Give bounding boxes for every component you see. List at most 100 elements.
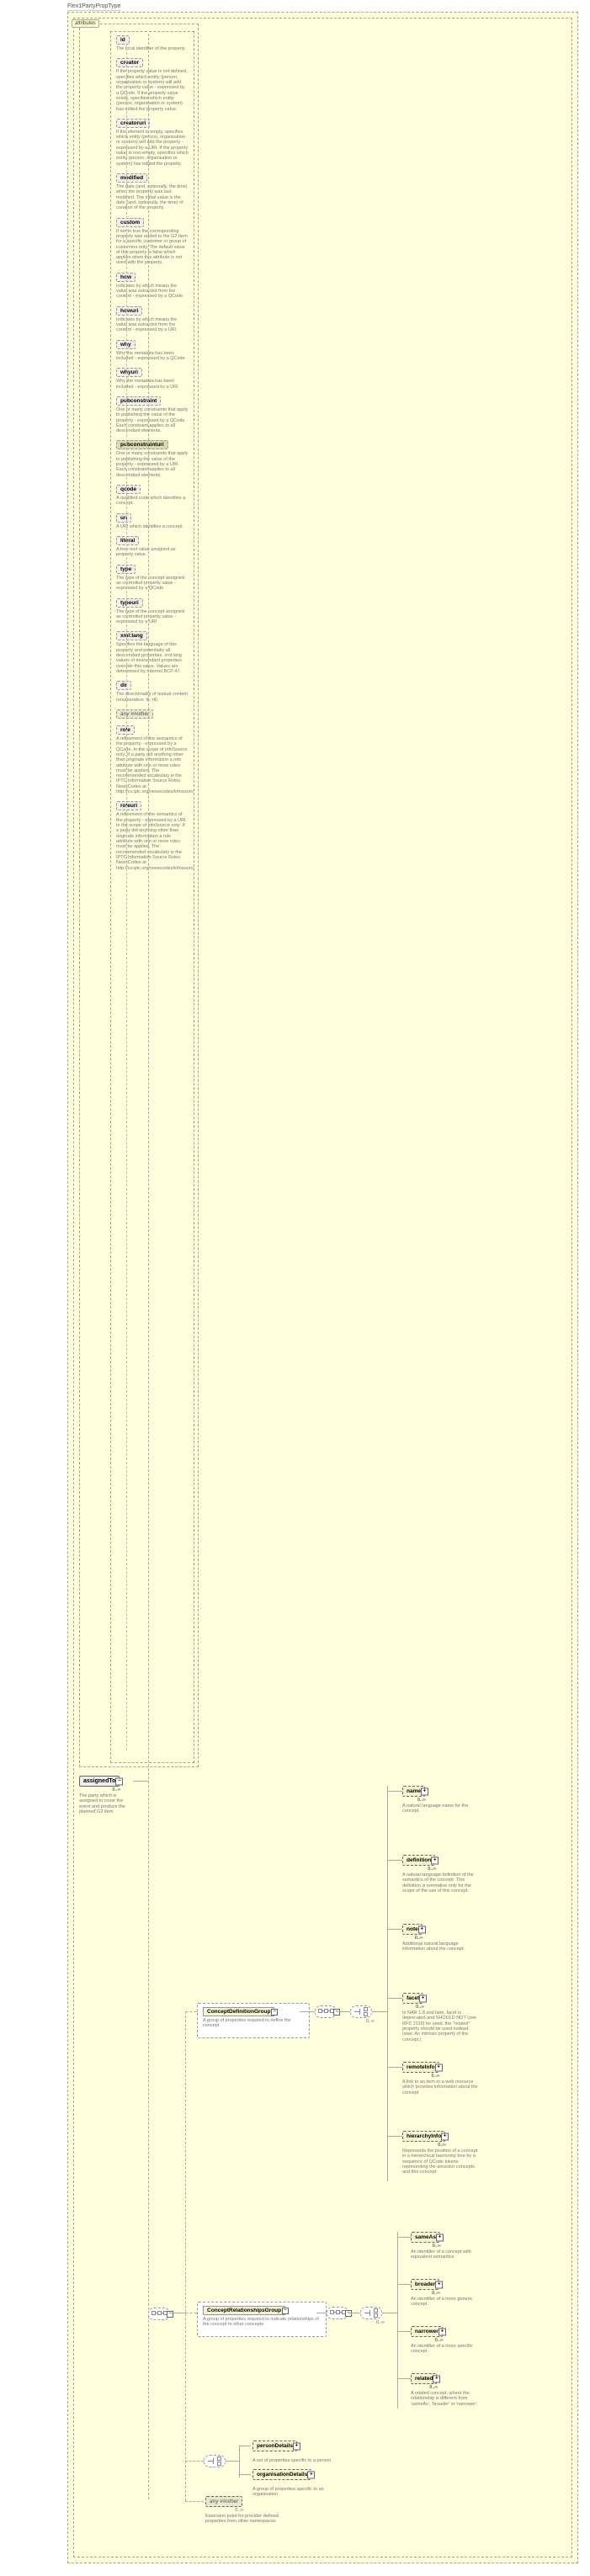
- element-definition-box[interactable]: definition+0..∞: [402, 1855, 435, 1866]
- element-remoteInfo-desc: A link to an item or a web resource whic…: [402, 2079, 478, 2095]
- expand-icon[interactable]: +: [436, 2233, 444, 2241]
- attribute-item: typeuriThe type of the concept assigned …: [116, 598, 190, 625]
- element-name-box[interactable]: name+0..∞: [402, 1786, 425, 1797]
- element-assignedTo[interactable]: assignedTo − 0..∞: [79, 1776, 120, 1787]
- attribute-item: pubconstrainturiOne or many constraints …: [116, 440, 190, 478]
- element-any-other-label: any ##other: [210, 2499, 238, 2504]
- attribute-xml-lang[interactable]: xml:lang: [116, 631, 147, 640]
- attribute-typeuri[interactable]: typeuri: [116, 598, 143, 608]
- element-sameAs-desc: An identifier of a concept with equivale…: [411, 2249, 486, 2260]
- attribute-item: typeThe type of the concept assigned as …: [116, 565, 190, 592]
- attribute-pubconstraint[interactable]: pubconstraint: [116, 396, 161, 406]
- occurrence: 0..∞: [429, 2385, 438, 2390]
- element-broader: broader+0..∞An identifier of a more gene…: [411, 2279, 486, 2308]
- attribute-role[interactable]: role: [116, 725, 135, 735]
- connector: [185, 2011, 186, 2501]
- attributes-list: idThe local identifier of the property. c…: [110, 31, 194, 1763]
- attribute-howuri[interactable]: howuri: [116, 306, 142, 316]
- connector: [387, 2136, 402, 2137]
- attribute-id[interactable]: id: [116, 35, 130, 45]
- connector: [387, 1998, 402, 1999]
- attribute-whyuri[interactable]: whyuri: [116, 368, 142, 377]
- attribute-item: any ##other: [116, 709, 190, 719]
- group-concept-definition-desc: A group of properties required to define…: [203, 2018, 304, 2029]
- connector: [387, 1786, 388, 2181]
- attribute-creatoruri[interactable]: creatoruri: [116, 119, 150, 128]
- expand-icon[interactable]: +: [441, 2133, 449, 2140]
- expand-icon[interactable]: +: [293, 2442, 300, 2450]
- connector: [387, 2067, 402, 2068]
- element-facet-desc: In NAR 1.8 and later, facet is deprecate…: [402, 2010, 478, 2042]
- connector: [372, 2011, 387, 2012]
- compositor-choice-party[interactable]: [204, 2455, 226, 2467]
- element-personDetails: personDetails+A set of properties specif…: [252, 2441, 345, 2463]
- expand-icon[interactable]: +: [419, 1994, 427, 2002]
- element-facet-box[interactable]: facet+0..∞: [402, 1993, 423, 2004]
- type-container-inner: attributes idThe local identifier of the…: [73, 18, 572, 2557]
- attribute-item: idThe local identifier of the property.: [116, 35, 190, 51]
- attribute-dir[interactable]: dir: [116, 681, 131, 690]
- element-any-other: any ##other 0..∞ Extension point for pro…: [205, 2496, 298, 2525]
- compositor-choice-def[interactable]: 0..∞: [350, 2005, 372, 2018]
- attribute-item: qcodeA qualified code which identifies a…: [116, 485, 190, 507]
- compositor-sequence-main[interactable]: −: [148, 2308, 170, 2320]
- occurrence: 0..∞: [415, 1936, 423, 1941]
- expand-icon[interactable]: +: [421, 1787, 428, 1795]
- group-concept-relationships: ConceptRelationshipsGroup − A group of p…: [197, 2302, 327, 2337]
- occurrence: 0..∞: [366, 2019, 375, 2024]
- element-hierarchyInfo: hierarchyInfo+0..∞Represents the positio…: [402, 2131, 478, 2175]
- expand-icon[interactable]: −: [115, 1777, 123, 1785]
- element-any-other-desc: Extension point for provider-defined pro…: [205, 2514, 298, 2525]
- element-any-other-box[interactable]: any ##other 0..∞: [205, 2496, 242, 2507]
- element-remoteInfo: remoteInfo+0..∞ A link to an item or a we…: [402, 2062, 478, 2095]
- expand-icon[interactable]: +: [435, 2063, 443, 2071]
- expand-icon[interactable]: +: [418, 1925, 426, 1933]
- compositor-sequence-rel[interactable]: −: [327, 2307, 348, 2319]
- attribute-creator[interactable]: creator: [116, 58, 143, 67]
- group-concept-definition-title[interactable]: ConceptDefinitionGroup −: [203, 2007, 274, 2016]
- element-sameAs-box[interactable]: sameAs+0..∞: [411, 2232, 440, 2243]
- element-remoteInfo-box[interactable]: remoteInfo+0..∞: [402, 2062, 439, 2073]
- expand-icon[interactable]: +: [431, 1856, 439, 1864]
- attribute-roleuri[interactable]: roleuri: [116, 801, 141, 810]
- attribute-literal[interactable]: literal: [116, 536, 139, 545]
- element-related-box[interactable]: related+0..∞: [411, 2373, 437, 2384]
- element-narrower-box[interactable]: narrower+0..∞: [411, 2326, 443, 2337]
- element-organisationDetails-box[interactable]: organisationDetails+: [252, 2469, 311, 2480]
- attribute-pubconstrainturi[interactable]: pubconstrainturi: [116, 440, 168, 449]
- element-personDetails-box[interactable]: personDetails+: [252, 2441, 297, 2451]
- attribute-item: dirThe directionality of textual content…: [116, 681, 190, 703]
- element-hierarchyInfo-box[interactable]: hierarchyInfo+0..∞: [402, 2131, 445, 2142]
- expand-icon[interactable]: −: [167, 2311, 173, 2318]
- occurrence: 0..∞: [376, 2320, 385, 2325]
- attribute-item: literalA free-text value assigned as pro…: [116, 536, 190, 558]
- element-narrower-desc: An identifier of a more specific concept…: [411, 2344, 486, 2355]
- expand-icon[interactable]: +: [435, 2281, 443, 2288]
- attribute-modified[interactable]: modified: [116, 173, 147, 183]
- attribute-custom[interactable]: custom: [116, 218, 144, 227]
- group-concept-relationships-title[interactable]: ConceptRelationshipsGroup −: [203, 2306, 285, 2315]
- attribute-item: howuriIndicates by which means the value…: [116, 306, 190, 333]
- attribute-qcode[interactable]: qcode: [116, 485, 141, 494]
- expand-icon[interactable]: −: [282, 2308, 289, 2314]
- attribute-uri[interactable]: uri: [116, 513, 131, 523]
- connector: [387, 1860, 402, 1861]
- connector: [397, 2232, 398, 2409]
- attribute-item: roleA refinement of the semantics of the…: [116, 725, 190, 794]
- element-assignedTo-desc: The party which is assigned to cover the…: [79, 1793, 133, 1814]
- attributes-rail: [126, 44, 127, 1750]
- attribute-item: pubconstraintOne or many constraints tha…: [116, 396, 190, 434]
- expand-icon[interactable]: −: [271, 2009, 278, 2016]
- expand-icon[interactable]: +: [307, 2471, 315, 2478]
- connector: [185, 2501, 204, 2503]
- element-broader-box[interactable]: broader+0..∞: [411, 2279, 439, 2290]
- expand-icon[interactable]: +: [433, 2375, 440, 2382]
- attribute-item: uriA URI which identifies a concept.: [116, 513, 190, 529]
- element-note-box[interactable]: note+0..∞: [402, 1924, 423, 1935]
- compositor-sequence-def[interactable]: −: [315, 2005, 337, 2018]
- compositor-choice-rel[interactable]: 0..∞: [360, 2307, 382, 2319]
- expand-icon[interactable]: +: [439, 2328, 446, 2335]
- occurrence: 0..∞: [438, 2143, 446, 2148]
- attribute-item: whyuriWhy the metadata has been included…: [116, 368, 190, 390]
- group-concept-definition-label: ConceptDefinitionGroup: [207, 2009, 270, 2015]
